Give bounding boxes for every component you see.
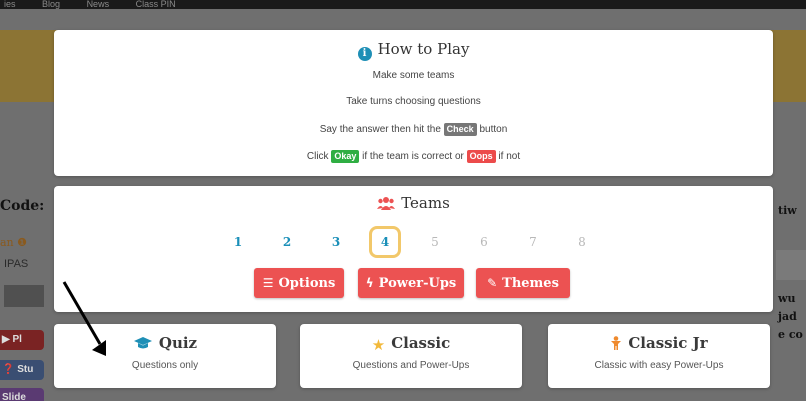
brush-icon: ✎ [487,276,498,290]
team-count-7[interactable]: 7 [517,226,549,258]
bolt-icon: ϟ [365,276,374,290]
team-count-2[interactable]: 2 [271,226,303,258]
background-right-lines: wu jad e co [778,292,803,341]
mode-subtitle-classic: Questions and Power-Ups [352,360,470,371]
background-right-box [776,250,806,280]
background-play-pill: ▶ Pl [0,330,44,350]
mode-title-classic-jr: Classic Jr [548,334,770,354]
how-to-play-title: i How to Play [54,40,773,61]
annotation-arrow-icon [62,281,106,356]
background-right-column: tiw wu jad e co [776,190,806,401]
team-count-8[interactable]: 8 [566,226,598,258]
nav-item: ies [4,0,16,9]
background-right-top: tiw [778,204,797,217]
how-to-play-panel: i How to Play Make some teams Take turns … [54,30,773,176]
nav-item-news: News [86,0,110,9]
team-count-5[interactable]: 5 [419,226,451,258]
background-code-label: Code: [0,198,44,214]
instruction-line-1: Make some teams [372,70,455,81]
background-left-column: Code: an ❶ IPAS ▶ Pl ❓ Stu Slide [0,190,44,401]
teams-panel: Teams 1 2 3 4 5 6 7 8 ☰ Options ϟ Power-Up… [54,186,773,312]
team-count-1[interactable]: 1 [222,226,254,258]
themes-button[interactable]: ✎ Themes [476,268,570,298]
sliders-icon: ☰ [262,276,274,290]
oops-tag: Oops [466,150,496,163]
teams-title: Teams [54,194,773,214]
options-button[interactable]: ☰ Options [254,268,344,298]
check-tag: Check [443,123,477,136]
graduation-cap-icon [133,336,153,354]
instruction-line-3: Say the answer then hit the Check button [319,123,508,136]
okay-tag: Okay [331,150,360,163]
instruction-line-4: Click Okay if the team is correct or Oop… [306,150,521,163]
background-ipas-label: IPAS [4,258,29,270]
team-count-6[interactable]: 6 [468,226,500,258]
team-count-4-selected[interactable]: 4 [369,226,401,258]
background-bar [4,285,44,307]
background-nav: ies Blog News Class PIN [0,0,806,9]
users-icon [377,196,396,214]
mode-subtitle-classic-jr: Classic with easy Power-Ups [594,360,724,371]
mode-subtitle-quiz: Questions only [131,360,199,371]
background-student-pill: ❓ Stu [0,360,44,380]
team-count-3[interactable]: 3 [320,226,352,258]
background-sub-label: an ❶ [0,236,28,249]
power-ups-button[interactable]: ϟ Power-Ups [358,268,464,298]
child-icon [610,336,622,354]
mode-card-classic-jr[interactable]: Classic Jr Classic with easy Power-Ups [548,324,770,388]
mode-title-classic: ★ Classic [371,334,451,354]
instruction-line-2: Take turns choosing questions [346,96,481,107]
nav-item-class-pin: Class PIN [135,0,176,9]
star-icon: ★ [371,336,386,354]
background-slide-pill: Slide [0,388,44,401]
mode-card-classic[interactable]: ★ Classic Questions and Power-Ups [300,324,522,388]
info-icon: i [357,47,372,61]
nav-item-blog: Blog [42,0,61,9]
